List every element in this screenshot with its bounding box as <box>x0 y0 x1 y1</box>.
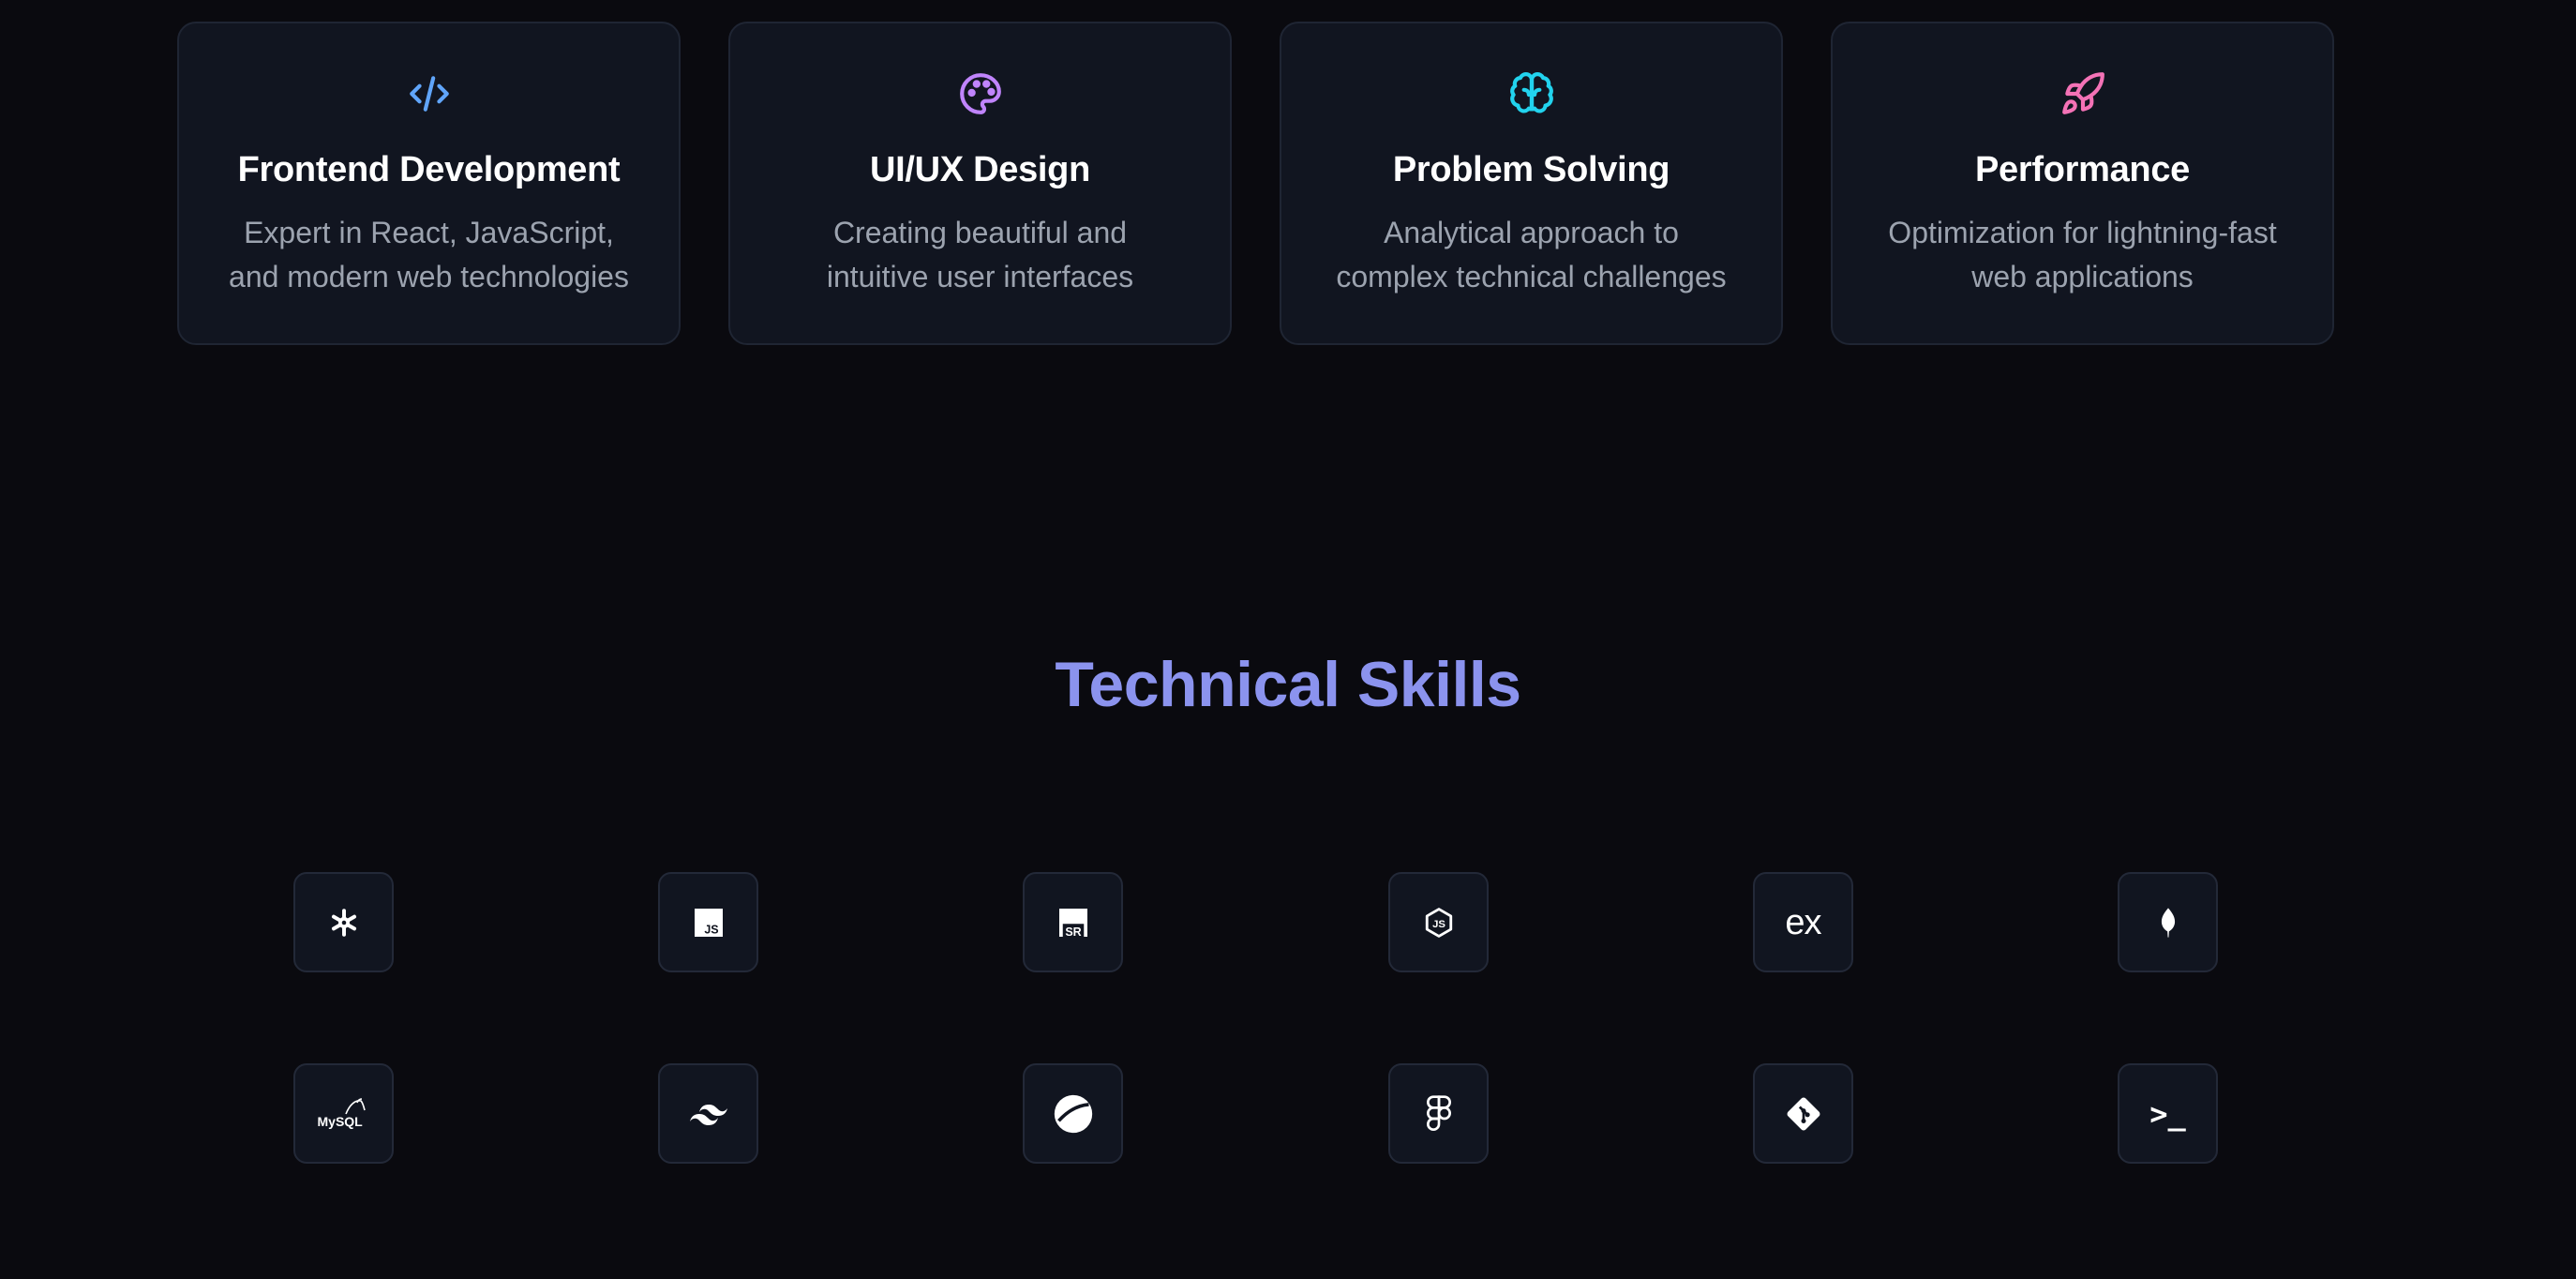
skill-tile-standardjs[interactable]: SR <box>1023 872 1123 972</box>
skill-tile-nodejs[interactable]: JS <box>1388 872 1489 972</box>
feature-description: Analytical approach to complex technical… <box>1310 211 1753 299</box>
skill-tile-mysql[interactable]: MySQL <box>293 1063 394 1164</box>
feature-cards: Frontend Development Expert in React, Ja… <box>177 22 2335 345</box>
mysql-icon: MySQL <box>316 1095 372 1133</box>
palette-icon <box>957 70 1004 117</box>
terminal-icon: >_ <box>2149 1095 2186 1132</box>
feature-title: Problem Solving <box>1392 150 1670 189</box>
javascript-icon: JS <box>694 908 723 937</box>
svg-text:SR: SR <box>1065 925 1081 936</box>
mongodb-icon <box>2152 907 2184 939</box>
next-icon <box>1053 1093 1094 1135</box>
feature-description-line: Analytical approach to <box>1384 216 1679 249</box>
tailwind-icon <box>689 1103 727 1125</box>
section-title: Technical Skills <box>1055 649 1521 720</box>
skill-tile-next[interactable] <box>1023 1063 1123 1164</box>
feature-description-line: Optimization for lightning-fast <box>1888 216 2277 249</box>
svg-text:JS: JS <box>704 923 718 936</box>
skill-tile-tailwind[interactable] <box>658 1063 758 1164</box>
feature-card-frontend: Frontend Development Expert in React, Ja… <box>177 22 681 345</box>
brain-icon <box>1508 70 1555 117</box>
feature-description: Creating beautiful and intuitive user in… <box>758 211 1202 299</box>
react-icon <box>328 907 360 939</box>
rocket-icon <box>2059 70 2106 117</box>
feature-description-line: Expert in React, JavaScript, <box>244 216 614 249</box>
feature-description-line: intuitive user interfaces <box>826 260 1134 293</box>
feature-card-uiux: UI/UX Design Creating beautiful and intu… <box>728 22 1232 345</box>
page: Frontend Development Expert in React, Ja… <box>0 0 2576 1279</box>
express-icon: ex <box>1785 902 1821 942</box>
mysql-label: MySQL <box>317 1113 363 1129</box>
feature-description: Optimization for lightning-fast web appl… <box>1861 211 2304 299</box>
feature-description-line: and modern web technologies <box>229 260 629 293</box>
feature-title: UI/UX Design <box>870 150 1090 189</box>
feature-card-performance: Performance Optimization for lightning-f… <box>1831 22 2334 345</box>
skill-tile-git[interactable] <box>1753 1063 1853 1164</box>
feature-card-problem-solving: Problem Solving Analytical approach to c… <box>1280 22 1783 345</box>
feature-title: Performance <box>1974 150 2191 189</box>
skill-tile-express[interactable]: ex <box>1753 872 1853 972</box>
standardjs-icon: SR <box>1058 908 1087 937</box>
skill-tile-figma[interactable] <box>1388 1063 1489 1164</box>
feature-description-line: complex technical challenges <box>1336 260 1727 293</box>
svg-text:JS: JS <box>1432 918 1445 929</box>
feature-description: Expert in React, JavaScript, and modern … <box>207 211 651 299</box>
nodejs-icon: JS <box>1423 907 1455 939</box>
code-icon <box>406 70 453 117</box>
skill-tile-react[interactable] <box>293 872 394 972</box>
feature-description-line: web applications <box>1971 260 2194 293</box>
feature-description-line: Creating beautiful and <box>832 216 1128 249</box>
skill-tile-javascript[interactable]: JS <box>658 872 758 972</box>
figma-icon <box>1426 1094 1452 1133</box>
git-icon <box>1785 1095 1822 1133</box>
feature-title: Frontend Development <box>237 150 621 189</box>
skill-tile-mongodb[interactable] <box>2118 872 2218 972</box>
skill-tile-terminal[interactable]: >_ <box>2118 1063 2218 1164</box>
